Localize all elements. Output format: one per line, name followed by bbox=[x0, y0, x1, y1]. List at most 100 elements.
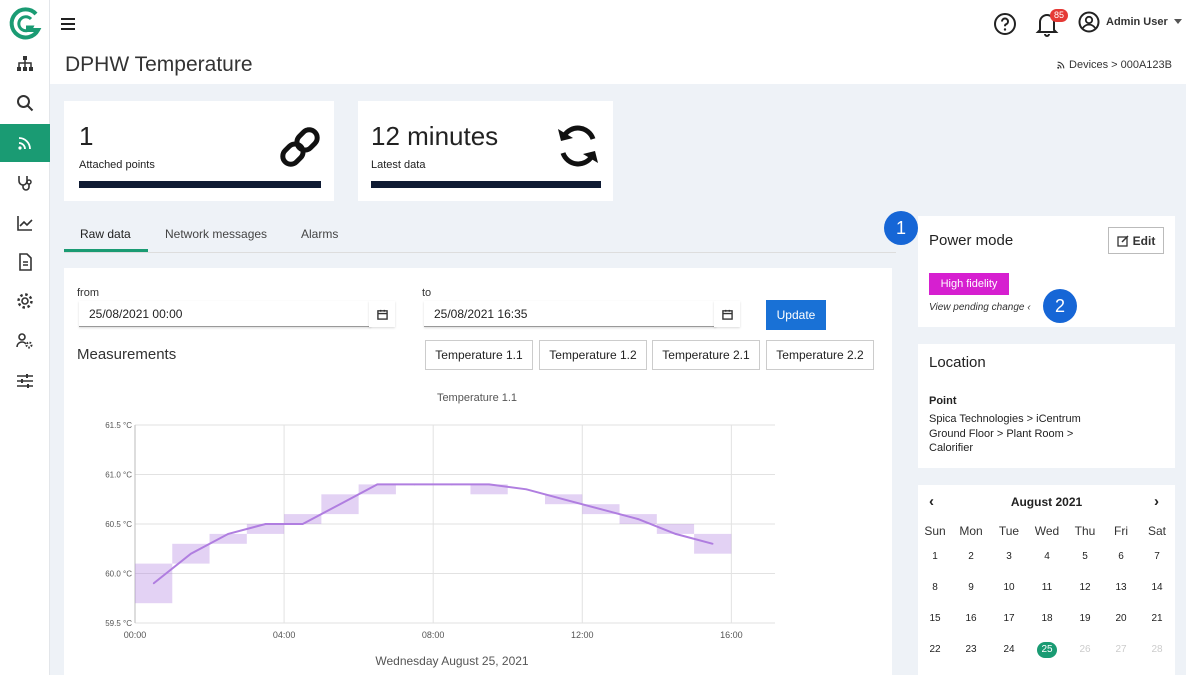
data-point bbox=[264, 523, 267, 525]
calendar-day[interactable]: 2 bbox=[953, 551, 989, 562]
calendar-day[interactable]: 10 bbox=[991, 582, 1027, 593]
data-point bbox=[190, 552, 192, 555]
from-date-value: 25/08/2021 00:00 bbox=[89, 307, 183, 321]
calendar-day[interactable]: 4 bbox=[1029, 551, 1065, 562]
calendar-month: August 2021 bbox=[1010, 495, 1083, 509]
attached-points-card: 1 Attached points bbox=[64, 101, 334, 201]
location-line: Ground Floor > Plant Room > bbox=[929, 428, 1074, 440]
tab-network-messages[interactable]: Network messages bbox=[165, 227, 267, 241]
help-icon[interactable] bbox=[993, 12, 1017, 36]
calendar-day[interactable]: 24 bbox=[991, 644, 1027, 655]
calendar-day[interactable]: 14 bbox=[1139, 582, 1175, 593]
calendar-day[interactable]: 26 bbox=[1067, 644, 1103, 655]
calendar-prev-icon[interactable]: ‹ bbox=[929, 493, 934, 510]
calendar-day[interactable]: 7 bbox=[1139, 551, 1175, 562]
breadcrumb-devices[interactable]: Devices bbox=[1069, 59, 1108, 71]
settings-icon bbox=[17, 293, 33, 309]
nav-configuration[interactable] bbox=[0, 362, 50, 400]
calendar-day[interactable]: 6 bbox=[1103, 551, 1139, 562]
from-calendar-button[interactable] bbox=[369, 301, 395, 327]
location-subtitle: Point bbox=[929, 395, 957, 407]
data-point bbox=[637, 518, 639, 520]
x-axis-label: Wednesday August 25, 2021 bbox=[375, 654, 529, 668]
nav-hierarchy[interactable] bbox=[0, 45, 50, 83]
search-icon bbox=[17, 95, 34, 112]
calendar-next-icon[interactable]: › bbox=[1154, 493, 1159, 510]
data-point bbox=[152, 582, 155, 585]
edit-power-mode-button[interactable]: Edit bbox=[1108, 227, 1164, 254]
range-band bbox=[209, 533, 247, 544]
view-pending-change-link[interactable]: View pending change ‹ bbox=[929, 302, 1031, 313]
data-point bbox=[451, 483, 453, 486]
tab-alarms[interactable]: Alarms bbox=[301, 227, 338, 241]
tab-raw-data[interactable]: Raw data bbox=[80, 227, 131, 241]
from-date-input[interactable]: 25/08/2021 00:00 bbox=[79, 301, 371, 327]
sidebar bbox=[0, 0, 50, 675]
user-name: Admin User bbox=[1106, 16, 1168, 28]
calendar-day[interactable]: 15 bbox=[917, 613, 953, 624]
update-button[interactable]: Update bbox=[766, 300, 826, 330]
x-tick-label: 16:00 bbox=[720, 630, 743, 640]
nav-devices[interactable] bbox=[0, 124, 50, 162]
series-button-temperature-2-2[interactable]: Temperature 2.2 bbox=[766, 340, 874, 370]
calendar-day[interactable]: 22 bbox=[917, 644, 953, 655]
data-point bbox=[227, 533, 229, 535]
calendar-weekday: Thu bbox=[1074, 524, 1096, 538]
data-point bbox=[711, 543, 714, 545]
calendar-icon bbox=[721, 309, 733, 320]
app-logo[interactable] bbox=[6, 6, 44, 42]
calendar-day[interactable]: 12 bbox=[1067, 582, 1103, 593]
nav-settings[interactable] bbox=[0, 282, 50, 320]
stethoscope-icon bbox=[18, 176, 32, 191]
nav-user-settings[interactable] bbox=[0, 322, 50, 360]
calendar-day[interactable]: 5 bbox=[1067, 551, 1103, 562]
annotation-marker-1: 1 bbox=[884, 211, 918, 245]
calendar-day[interactable]: 8 bbox=[917, 582, 953, 593]
latest-data-value: 12 minutes bbox=[371, 121, 499, 151]
calendar-weekday: Sat bbox=[1147, 524, 1166, 538]
user-menu[interactable]: Admin User bbox=[1078, 11, 1182, 33]
breadcrumb: Devices > 000A123B bbox=[1056, 59, 1172, 71]
calendar-day[interactable]: 16 bbox=[953, 613, 989, 624]
calendar-day[interactable]: 18 bbox=[1029, 613, 1065, 624]
calendar-day[interactable]: 3 bbox=[991, 551, 1027, 562]
x-tick-label: 08:00 bbox=[422, 630, 445, 640]
calendar-day[interactable]: 20 bbox=[1103, 613, 1139, 624]
data-point bbox=[488, 483, 490, 486]
data-point bbox=[339, 503, 341, 505]
menu-toggle-icon[interactable] bbox=[60, 14, 76, 34]
calendar-day[interactable]: 27 bbox=[1103, 644, 1139, 655]
series-button-temperature-1-2[interactable]: Temperature 1.2 bbox=[539, 340, 647, 370]
report-icon bbox=[19, 253, 32, 271]
calendar-day[interactable]: 21 bbox=[1139, 613, 1175, 624]
calendar-day[interactable]: 11 bbox=[1029, 582, 1065, 593]
nav-reports[interactable] bbox=[0, 243, 50, 281]
y-tick-label: 61.5 °C bbox=[105, 421, 132, 430]
data-point bbox=[600, 508, 602, 510]
nav-diagnostics[interactable] bbox=[0, 164, 50, 202]
calendar-day[interactable]: 9 bbox=[953, 582, 989, 593]
nav-search[interactable] bbox=[0, 84, 50, 122]
top-bar: 85 Admin User bbox=[50, 0, 1186, 48]
data-point bbox=[674, 533, 677, 535]
to-calendar-button[interactable] bbox=[714, 301, 740, 327]
sliders-icon bbox=[17, 374, 33, 388]
calendar-day[interactable]: 28 bbox=[1139, 644, 1175, 655]
calendar-weekday: Fri bbox=[1114, 524, 1128, 538]
calendar-day[interactable]: 23 bbox=[953, 644, 989, 655]
calendar-day[interactable]: 1 bbox=[917, 551, 953, 562]
series-button-temperature-1-1[interactable]: Temperature 1.1 bbox=[425, 340, 533, 370]
from-label: from bbox=[77, 287, 99, 299]
nav-analytics[interactable] bbox=[0, 204, 50, 242]
calendar-day[interactable]: 19 bbox=[1067, 613, 1103, 624]
calendar-day[interactable]: 13 bbox=[1103, 582, 1139, 593]
calendar-day[interactable]: 17 bbox=[991, 613, 1027, 624]
to-date-input[interactable]: 25/08/2021 16:35 bbox=[424, 301, 716, 327]
series-button-temperature-2-1[interactable]: Temperature 2.1 bbox=[652, 340, 760, 370]
location-line: Spica Technologies > iCentrum bbox=[929, 413, 1081, 425]
hierarchy-icon bbox=[17, 56, 33, 71]
calendar-day[interactable]: 25 bbox=[1037, 642, 1057, 658]
chart-icon bbox=[17, 216, 33, 231]
attached-points-value: 1 bbox=[79, 121, 94, 151]
calendar-icon bbox=[376, 309, 388, 320]
